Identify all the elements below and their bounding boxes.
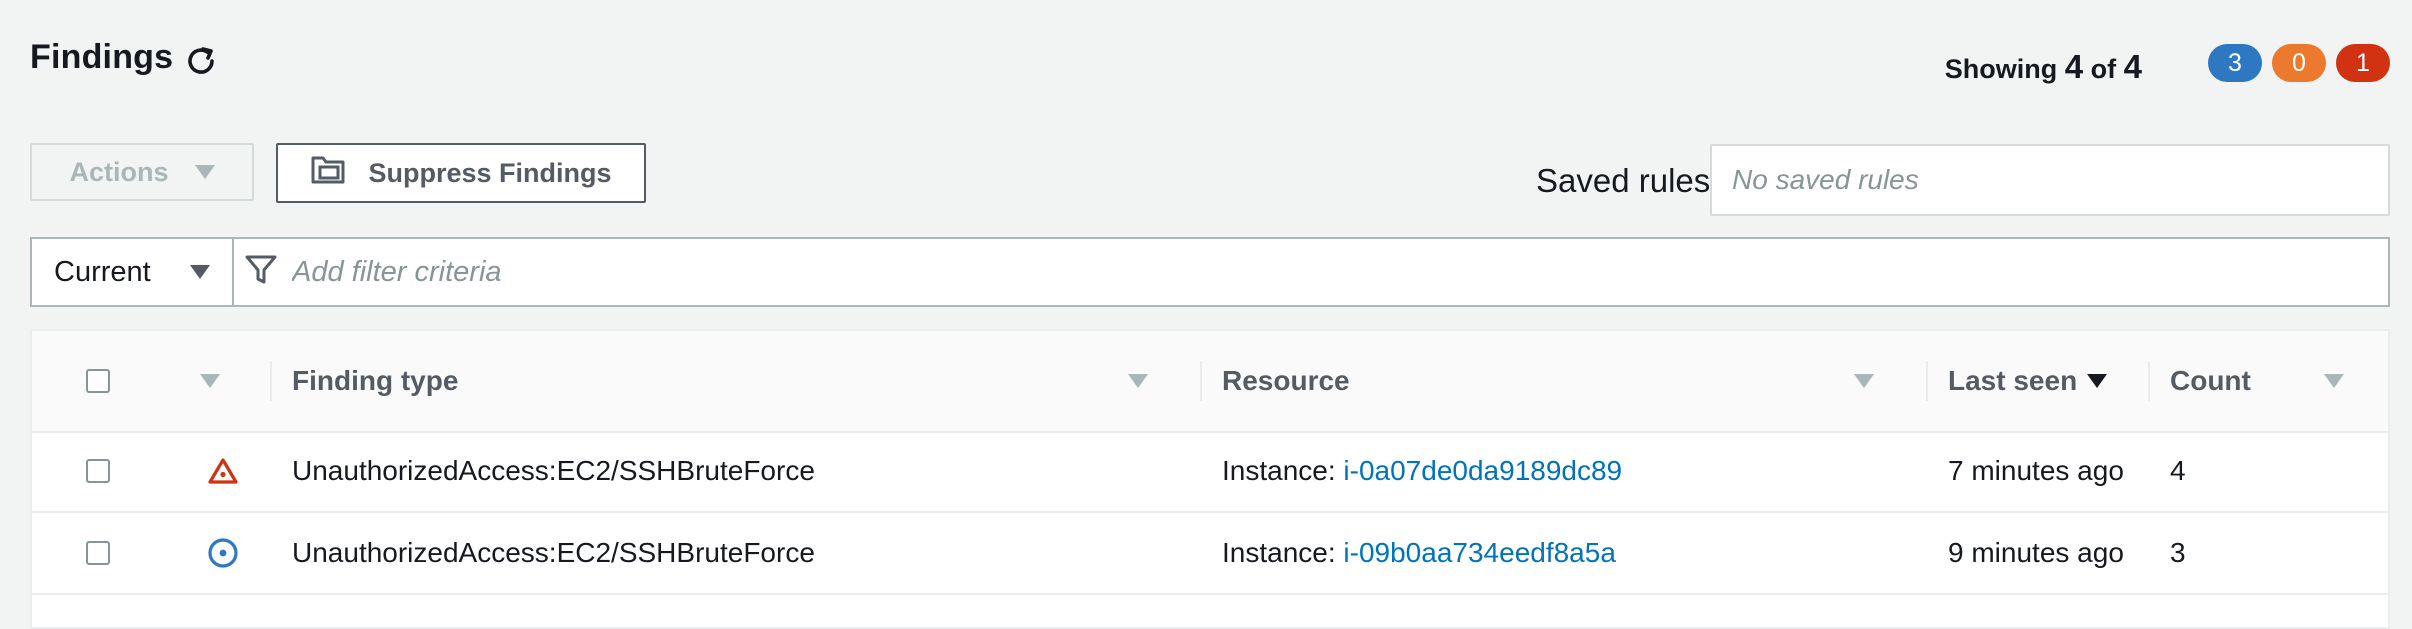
filter-funnel-icon: [244, 253, 278, 292]
finding-type-cell: UnauthorizedAccess:EC2/SSHBruteForce: [292, 455, 815, 486]
row-checkbox[interactable]: [86, 541, 110, 565]
scope-select[interactable]: Current: [32, 239, 234, 305]
saved-rules-input[interactable]: [1710, 144, 2390, 216]
column-divider: [1200, 361, 1202, 401]
shown-count: 4: [2064, 48, 2084, 85]
findings-table: Finding type Resource Last seen Count Un…: [30, 329, 2390, 629]
select-all-checkbox[interactable]: [86, 369, 110, 393]
row-checkbox[interactable]: [86, 459, 110, 483]
filter-criteria-input[interactable]: [290, 254, 2388, 290]
last-seen-label: Last seen: [1948, 365, 2078, 396]
sort-caret-icon: [1854, 374, 1874, 388]
resource-link[interactable]: i-09b0aa734eedf8a5a: [1343, 537, 1615, 569]
scope-value: Current: [54, 255, 151, 288]
total-count: 4: [2123, 48, 2142, 85]
warning-triangle-icon: [208, 431, 238, 511]
filter-field[interactable]: [234, 239, 2388, 305]
count-column-header[interactable]: Count: [2170, 331, 2251, 431]
resource-sort[interactable]: [1854, 331, 1874, 431]
resource-prefix: Instance:: [1222, 455, 1336, 486]
sort-descending-icon: [2087, 374, 2108, 388]
last-seen-column-header[interactable]: Last seen: [1948, 331, 2108, 431]
high-severity-badge: 1: [2336, 44, 2390, 82]
resource-column-header[interactable]: Resource: [1222, 331, 1350, 431]
last-seen-cell: 9 minutes ago: [1948, 537, 2124, 568]
filter-bar: Current: [30, 237, 2390, 307]
saved-rules-label: Saved rules: [1536, 162, 1711, 199]
archive-folder-icon: [310, 155, 346, 192]
caret-down-icon: [190, 265, 210, 279]
select-all-cell: [86, 331, 110, 431]
count-cell: 3: [2170, 537, 2186, 568]
refresh-icon[interactable]: [182, 42, 220, 80]
resource-cell: Instance: i-09b0aa734eedf8a5a: [1222, 513, 1616, 593]
column-divider: [270, 361, 272, 401]
medium-severity-badge: 0: [2272, 44, 2326, 82]
row-select-cell: [86, 431, 110, 511]
page-title: Findings: [30, 38, 174, 76]
info-circle-icon: [207, 513, 239, 593]
sort-caret-icon[interactable]: [200, 374, 220, 388]
table-row[interactable]: UnauthorizedAccess:EC2/SSHBruteForce Ins…: [32, 431, 2388, 513]
column-divider: [1926, 361, 1928, 401]
last-seen-cell: 7 minutes ago: [1948, 455, 2124, 486]
of-label: of: [2090, 54, 2117, 84]
showing-label: Showing: [1944, 54, 2058, 84]
severity-column-header[interactable]: [200, 331, 220, 431]
resource-cell: Instance: i-0a07de0da9189dc89: [1222, 431, 1622, 511]
findings-count-summary: Showing 4 of 4: [1945, 48, 2142, 86]
finding-type-column-header[interactable]: Finding type: [292, 331, 458, 431]
table-row[interactable]: UnauthorizedAccess:EC2/SSHBruteForce Ins…: [32, 513, 2388, 595]
table-header: Finding type Resource Last seen Count: [32, 331, 2388, 433]
severity-badges: 3 0 1: [2208, 44, 2390, 82]
suppress-findings-button[interactable]: Suppress Findings: [276, 143, 646, 203]
actions-dropdown-button[interactable]: Actions: [30, 143, 254, 201]
suppress-findings-label: Suppress Findings: [368, 157, 612, 188]
column-divider: [2148, 361, 2150, 401]
finding-type-sort[interactable]: [1128, 331, 1148, 431]
count-cell: 4: [2170, 455, 2186, 486]
sort-caret-icon: [2324, 374, 2344, 388]
sort-caret-icon: [1128, 374, 1148, 388]
caret-down-icon: [194, 165, 215, 179]
count-sort[interactable]: [2324, 331, 2344, 431]
finding-type-cell: UnauthorizedAccess:EC2/SSHBruteForce: [292, 537, 815, 568]
low-severity-badge: 3: [2208, 44, 2262, 82]
row-select-cell: [86, 513, 110, 593]
resource-link[interactable]: i-0a07de0da9189dc89: [1343, 455, 1622, 487]
resource-prefix: Instance:: [1222, 537, 1336, 568]
actions-label: Actions: [69, 156, 169, 187]
